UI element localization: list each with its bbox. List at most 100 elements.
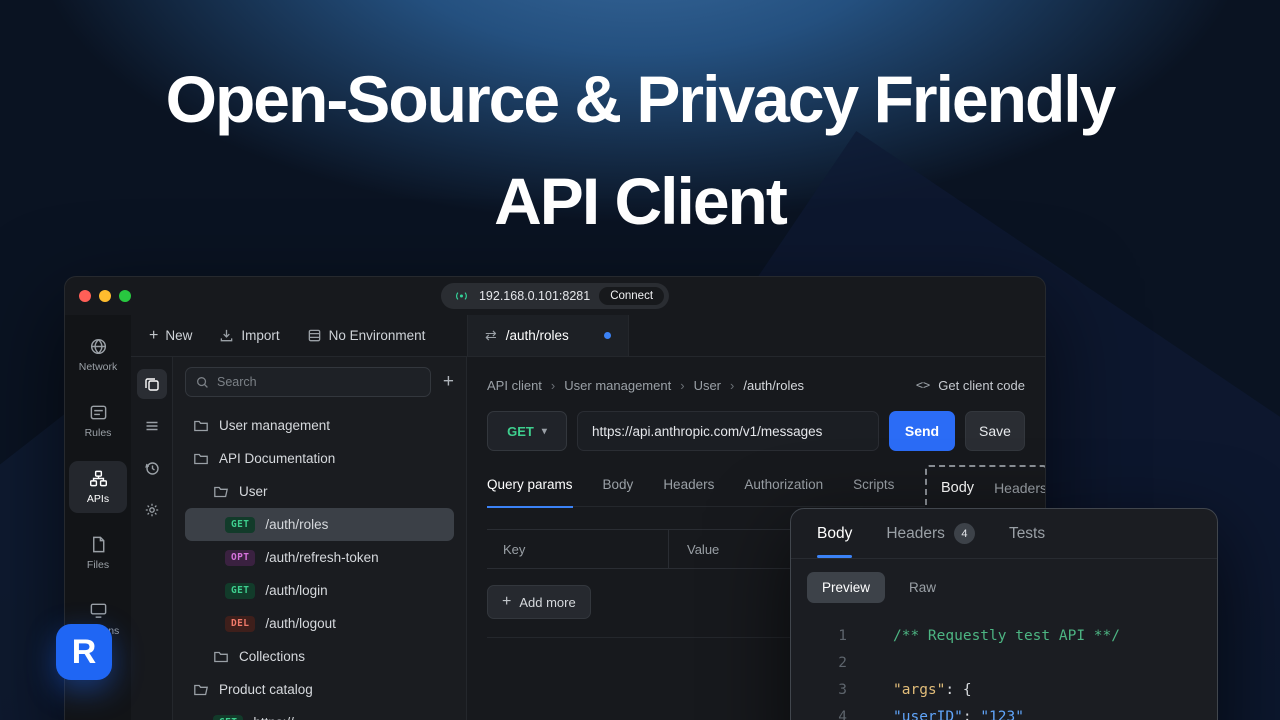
breadcrumb-item[interactable]: User management [564, 378, 671, 393]
plus-icon: + [149, 326, 159, 344]
unsaved-indicator-dot [603, 332, 611, 339]
collections-tree: User management API Documentation User G… [185, 409, 454, 720]
breadcrumb-separator: › [680, 377, 685, 393]
response-tab-headers[interactable]: Headers 4 [886, 509, 975, 558]
collections-view-button[interactable] [136, 369, 167, 399]
environment-label: No Environment [328, 328, 426, 343]
tree-request-partial[interactable]: GET https://... [185, 706, 454, 720]
maximize-window-button[interactable] [119, 290, 131, 302]
add-more-button[interactable]: + Add more [487, 585, 591, 619]
method-select[interactable]: GET ▾ [487, 411, 567, 451]
add-collection-button[interactable]: + [443, 371, 454, 393]
folder-open-icon [214, 486, 229, 497]
tree-label: Collections [239, 649, 306, 664]
response-tab-headers-label: Headers [886, 524, 945, 542]
method-badge-get: GET [225, 516, 256, 533]
list-view-button[interactable] [137, 411, 167, 441]
sidebar-item-rules[interactable]: Rules [69, 395, 127, 447]
tree-request-auth-login[interactable]: GET /auth/login [185, 574, 454, 607]
tree-label: User management [219, 418, 331, 433]
server-address: 192.168.0.101:8281 [478, 289, 591, 303]
close-window-button[interactable] [79, 290, 91, 302]
sidebar-item-apis[interactable]: APIs [69, 461, 127, 513]
add-more-label: Add more [519, 594, 576, 610]
tree-label: Product catalog [219, 682, 313, 697]
breadcrumb-item-current: /auth/roles [743, 377, 805, 393]
page: Open-Source & Privacy Friendly API Clien… [0, 0, 1280, 720]
files-icon [92, 536, 104, 553]
import-button[interactable]: Import [219, 328, 280, 343]
environment-selector[interactable]: No Environment [307, 328, 426, 343]
save-button[interactable]: Save [965, 411, 1025, 451]
broadcast-icon [455, 292, 467, 300]
globe-icon [90, 338, 106, 355]
tree-request-auth-logout[interactable]: DEL /auth/logout [185, 607, 454, 640]
connect-button[interactable]: Connect [599, 287, 665, 305]
chevron-down-icon: ▾ [541, 425, 547, 437]
response-subtabs: Preview Raw [791, 559, 1217, 613]
tree-label: User [239, 484, 268, 499]
new-button[interactable]: + New [149, 327, 192, 345]
tab-headers[interactable]: Headers [663, 477, 714, 506]
preview-button[interactable]: Preview [807, 572, 886, 603]
ghost-tab-body: Body [941, 480, 975, 496]
request-bar: GET ▾ Send Save [487, 411, 1025, 451]
tab-authorization[interactable]: Authorization [744, 477, 823, 506]
new-button-label: New [165, 328, 193, 343]
response-tab-tests[interactable]: Tests [1009, 509, 1045, 558]
folder-icon [194, 420, 208, 431]
settings-button[interactable] [137, 495, 167, 525]
tree-folder-user[interactable]: User [185, 475, 454, 508]
code-punctuation: : [962, 709, 981, 720]
ghost-tab-headers: Headers [994, 480, 1046, 496]
code-key: "userID" [893, 709, 963, 720]
table-header-key: Key [487, 530, 669, 568]
secondary-icon-rail [131, 357, 173, 720]
search-box [185, 367, 431, 397]
history-button[interactable] [137, 453, 167, 483]
method-badge-del: DEL [225, 615, 256, 632]
url-input[interactable] [577, 411, 879, 451]
get-client-code-button[interactable]: <> Get client code [916, 378, 1025, 393]
search-input[interactable] [217, 375, 420, 389]
tree-folder-user-management[interactable]: User management [185, 409, 454, 442]
code-comment: /** Requestly test API **/ [893, 628, 1120, 644]
method-value: GET [507, 423, 534, 439]
copy-icon [144, 378, 159, 391]
request-tab[interactable]: ⇄ /auth/roles [467, 315, 629, 356]
sidebar-item-files[interactable]: Files [69, 527, 127, 579]
headers-count-badge: 4 [953, 523, 975, 544]
response-body-code[interactable]: 1 /** Requestly test API **/ 2 3 "args":… [791, 613, 1217, 720]
send-button[interactable]: Send [889, 411, 955, 451]
tree-request-auth-refresh-token[interactable]: OPT /auth/refresh-token [185, 541, 454, 574]
tab-scripts[interactable]: Scripts [853, 477, 894, 506]
response-tabs: Body Headers 4 Tests [791, 509, 1217, 559]
sidebar-item-label: Network [78, 361, 118, 373]
response-panel: Body Headers 4 Tests Preview Raw 1 /** R… [790, 508, 1218, 720]
tree-folder-collections[interactable]: Collections [185, 640, 454, 673]
folder-open-icon [194, 684, 209, 695]
tab-body[interactable]: Body [603, 477, 634, 506]
hero-title: Open-Source & Privacy Friendly API Clien… [0, 60, 1280, 240]
tree-label: /auth/login [265, 583, 328, 598]
breadcrumb-item[interactable]: API client [487, 378, 542, 393]
breadcrumb-item[interactable]: User [694, 378, 721, 393]
minimize-window-button[interactable] [99, 290, 111, 302]
sidebar-item-network[interactable]: Network [69, 329, 127, 381]
rules-icon [90, 405, 106, 420]
requestly-logo: R [56, 624, 112, 680]
code-key: "args" [893, 682, 946, 698]
code-brackets-icon: <> [915, 378, 931, 392]
breadcrumb: API client › User management › User › /a… [487, 373, 1025, 397]
breadcrumb-separator: › [550, 377, 556, 393]
window-titlebar: 192.168.0.101:8281 Connect [65, 277, 1045, 315]
response-panel-drag-ghost: Body Headers [925, 465, 1046, 511]
tree-folder-product-catalog[interactable]: Product catalog [185, 673, 454, 706]
response-tab-body[interactable]: Body [817, 509, 853, 558]
tree-label: /auth/logout [265, 616, 336, 631]
tree-folder-api-documentation[interactable]: API Documentation [185, 442, 454, 475]
tree-request-auth-roles[interactable]: GET /auth/roles [185, 508, 454, 541]
tab-query-params[interactable]: Query params [487, 477, 573, 508]
raw-button[interactable]: Raw [909, 580, 936, 595]
tree-label: /auth/refresh-token [265, 550, 379, 565]
